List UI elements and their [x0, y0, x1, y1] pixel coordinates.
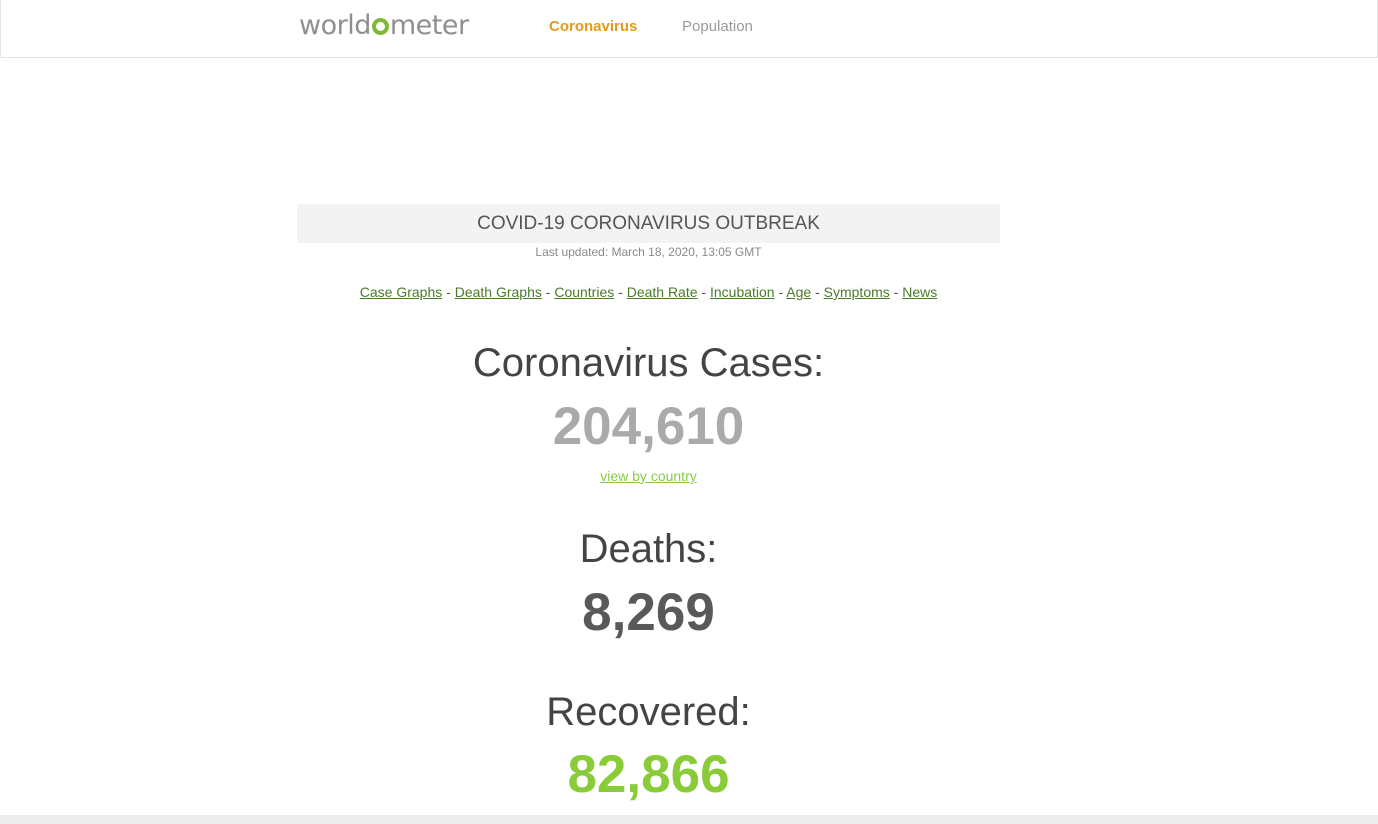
separator: - [697, 284, 710, 300]
link-news[interactable]: News [902, 284, 937, 300]
worldometer-logo[interactable]: world meter [299, 10, 469, 42]
separator: - [774, 284, 787, 300]
logo-text-end: meter [389, 10, 469, 41]
outbreak-title: COVID-19 CORONAVIRUS OUTBREAK [297, 204, 1000, 243]
link-death-graphs[interactable]: Death Graphs [455, 284, 542, 300]
recovered-label: Recovered: [546, 690, 751, 734]
bottom-strip [0, 815, 1378, 824]
link-incubation[interactable]: Incubation [710, 284, 775, 300]
logo-text-start: world [299, 10, 371, 41]
separator: - [889, 284, 903, 300]
cases-label: Coronavirus Cases: [472, 341, 825, 385]
recovered-value: 82,866 [567, 745, 730, 804]
view-by-country-container: view by country [297, 468, 1000, 485]
top-navbar: world meter Coronavirus Population [0, 0, 1378, 58]
last-updated: Last updated: March 18, 2020, 13:05 GMT [535, 245, 762, 259]
link-age[interactable]: Age [786, 284, 811, 300]
cases-value: 204,610 [552, 397, 745, 456]
deaths-label: Deaths: [579, 527, 718, 571]
separator: - [541, 284, 555, 300]
link-symptoms[interactable]: Symptoms [824, 284, 890, 300]
view-by-country-link[interactable]: view by country [600, 468, 696, 484]
sub-navigation: Case Graphs - Death Graphs - Countries -… [297, 284, 1000, 301]
logo-o-ring-icon [371, 18, 389, 35]
deaths-value: 8,269 [582, 583, 715, 642]
link-death-rate[interactable]: Death Rate [627, 284, 698, 300]
separator: - [442, 284, 455, 300]
separator: - [614, 284, 627, 300]
link-case-graphs[interactable]: Case Graphs [360, 284, 442, 300]
link-countries[interactable]: Countries [554, 284, 614, 300]
nav-population[interactable]: Population [682, 18, 753, 36]
nav-coronavirus[interactable]: Coronavirus [549, 18, 637, 36]
separator: - [811, 284, 824, 300]
